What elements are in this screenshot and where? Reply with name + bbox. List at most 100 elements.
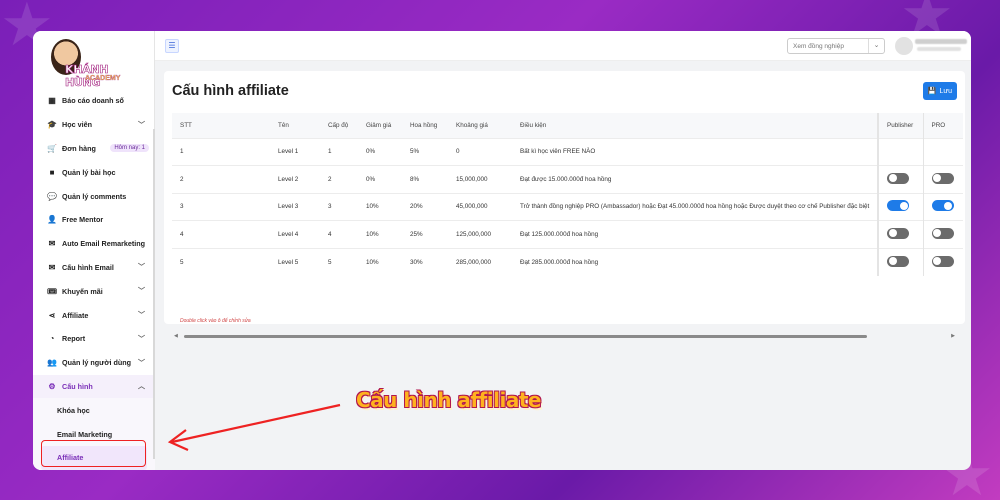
user-avatar[interactable] [895, 37, 913, 55]
sidebar-item-label: Cấu hình [62, 381, 93, 391]
chevron-down-icon: ﹀ [138, 335, 145, 343]
cell-price[interactable]: 125,000,000 [448, 220, 512, 248]
horizontal-scrollbar[interactable]: ◀ ▶ [172, 333, 957, 339]
affiliate-highlight-box [41, 440, 146, 467]
cell-name[interactable]: Level 5 [270, 247, 320, 276]
chevron-down-icon: ﹀ [138, 312, 145, 320]
cell-level[interactable]: 5 [320, 247, 358, 276]
sidebar-item-quản-lý-người-dùng[interactable]: 👥 Quản lý người dùng ﹀ [33, 351, 155, 375]
student-icon: 🎓 [47, 120, 57, 130]
chevron-down-icon: ﹀ [138, 264, 145, 272]
sidebar-item-label: Đơn hàng [62, 143, 96, 153]
cell-discount[interactable]: 0% [358, 165, 402, 193]
cell-stt[interactable]: 2 [172, 165, 270, 193]
cell-level[interactable]: 2 [320, 165, 358, 193]
mail-config-icon: ✉ [48, 262, 56, 272]
sidebar-item-khuyến-mãi[interactable]: 🎟 Khuyến mãi ﹀ [33, 279, 155, 303]
sidebar-item-quản-lý-comments[interactable]: 💬 Quản lý comments [33, 184, 155, 208]
cell-commission[interactable]: 30% [402, 247, 448, 276]
column-header: Hoa hồng [410, 121, 438, 129]
promo-icon: 🎟 [47, 286, 58, 296]
sidebar-item-label: Quản lý bài học [62, 167, 116, 177]
page-title: Cấu hình affiliate [172, 83, 289, 99]
pro-toggle[interactable] [931, 172, 954, 184]
column-header: Giảm giá [366, 121, 392, 129]
sidebar-item-report[interactable]: ◔ Report ﹀ [33, 327, 155, 351]
cell-condition[interactable]: Đạt 285.000.000đ hoa hồng [512, 247, 878, 276]
cell-stt[interactable]: 5 [172, 247, 270, 276]
sidebar-item-cấu-hình[interactable]: ⚙ Cấu hình ︿ [33, 374, 155, 399]
cell-stt[interactable]: 1 [172, 137, 270, 166]
table-row: 1 Level 1 1 0% 5% 0 Bất kì học viên FREE NÀO [172, 137, 963, 166]
scroll-right-icon[interactable]: ▶ [951, 333, 955, 339]
cell-publisher [877, 220, 923, 248]
cell-commission[interactable]: 8% [402, 165, 448, 193]
cell-pro [922, 137, 963, 166]
annotation-callout: Cấu hình affiliate [356, 388, 542, 412]
pro-toggle[interactable] [931, 200, 954, 212]
sidebar-scrollbar[interactable] [153, 129, 155, 459]
column-header: Publisher [877, 113, 923, 138]
cell-stt[interactable]: 4 [172, 220, 270, 248]
cell-discount[interactable]: 10% [358, 247, 402, 276]
pro-toggle[interactable] [931, 227, 954, 239]
top-bar: ☰ Xem đồng nghiệp ⌄ [155, 31, 971, 61]
cell-pro [922, 192, 963, 221]
publisher-toggle[interactable] [887, 200, 909, 212]
cell-level[interactable]: 1 [320, 137, 358, 166]
mentor-icon: 👤 [47, 215, 57, 225]
cell-condition[interactable]: Đạt 125.000.000đ hoa hồng [512, 220, 878, 248]
cell-name[interactable]: Level 4 [270, 220, 320, 248]
mail-auto-icon: ✉ [48, 239, 56, 249]
cell-price[interactable]: 0 [448, 137, 512, 166]
cell-discount[interactable]: 10% [358, 220, 402, 248]
cell-price[interactable]: 45,000,000 [448, 192, 512, 221]
user-name-blurred[interactable] [915, 39, 967, 44]
cell-commission[interactable]: 20% [402, 192, 448, 221]
column-header: Tên [278, 121, 289, 129]
sidebar-item-label: Khuyến mãi [62, 286, 103, 296]
sidebar-item-cấu-hình-email[interactable]: ✉ Cấu hình Email ﹀ [33, 256, 155, 280]
cell-level[interactable]: 4 [320, 220, 358, 248]
cell-publisher [877, 192, 923, 221]
chevron-down-icon: ⌄ [868, 39, 884, 53]
cell-condition[interactable]: Trở thành đồng nghiệp PRO (Ambassador) h… [512, 192, 878, 221]
menu-toggle-icon[interactable]: ☰ [165, 39, 179, 53]
sidebar-item-auto-email-remarketing[interactable]: ✉ Auto Email Remarketing [33, 232, 155, 256]
cell-name[interactable]: Level 2 [270, 165, 320, 193]
sidebar-item-affiliate[interactable]: ⋖ Affiliate ﹀ [33, 303, 155, 327]
cell-discount[interactable]: 10% [358, 192, 402, 221]
sidebar-item-học-viên[interactable]: 🎓 Học viên ﹀ [33, 113, 155, 137]
settings-icon: ⚙ [48, 381, 56, 391]
pro-toggle[interactable] [931, 255, 954, 267]
cell-commission[interactable]: 5% [402, 137, 448, 166]
cart-icon: 🛒 [47, 143, 57, 153]
colleague-select[interactable]: Xem đồng nghiệp ⌄ [787, 38, 885, 54]
cell-commission[interactable]: 25% [402, 220, 448, 248]
cell-price[interactable]: 15,000,000 [448, 165, 512, 193]
publisher-toggle[interactable] [887, 172, 909, 184]
sidebar-item-label: Affiliate [62, 310, 89, 320]
cell-price[interactable]: 285,000,000 [448, 247, 512, 276]
cell-level[interactable]: 3 [320, 192, 358, 221]
cell-condition[interactable]: Đạt được 15.000.000đ hoa hồng [512, 165, 878, 193]
brand-logo[interactable]: KHÁNH HÙNG ACADEMY [41, 37, 145, 89]
cell-stt[interactable]: 3 [172, 192, 270, 221]
sidebar-item-label: Cấu hình Email [62, 262, 114, 272]
publisher-toggle[interactable] [887, 227, 909, 239]
cell-discount[interactable]: 0% [358, 137, 402, 166]
scrollbar-thumb[interactable] [184, 334, 867, 338]
save-button[interactable]: 💾 Lưu [922, 82, 957, 100]
sidebar-item-báo-cáo-doanh-số[interactable]: ▦ Báo cáo doanh số [33, 89, 155, 113]
cell-name[interactable]: Level 3 [270, 192, 320, 221]
sidebar-item-quản-lý-bài-học[interactable]: ■ Quản lý bài học [33, 160, 155, 184]
sidebar-item-đơn-hàng[interactable]: 🛒 Đơn hàng Hôm nay: 1 [33, 137, 155, 161]
cell-condition[interactable]: Bất kì học viên FREE NÀO [512, 137, 878, 166]
submenu-item-khóa-học[interactable]: Khóa học [33, 398, 155, 422]
publisher-toggle[interactable] [887, 255, 909, 267]
scroll-left-icon[interactable]: ◀ [174, 333, 178, 339]
sidebar-item-label: Quản lý comments [62, 191, 127, 201]
cell-name[interactable]: Level 1 [270, 137, 320, 166]
sidebar-item-free-mentor[interactable]: 👤 Free Mentor [33, 208, 155, 232]
sidebar-item-label: Report [62, 334, 86, 344]
